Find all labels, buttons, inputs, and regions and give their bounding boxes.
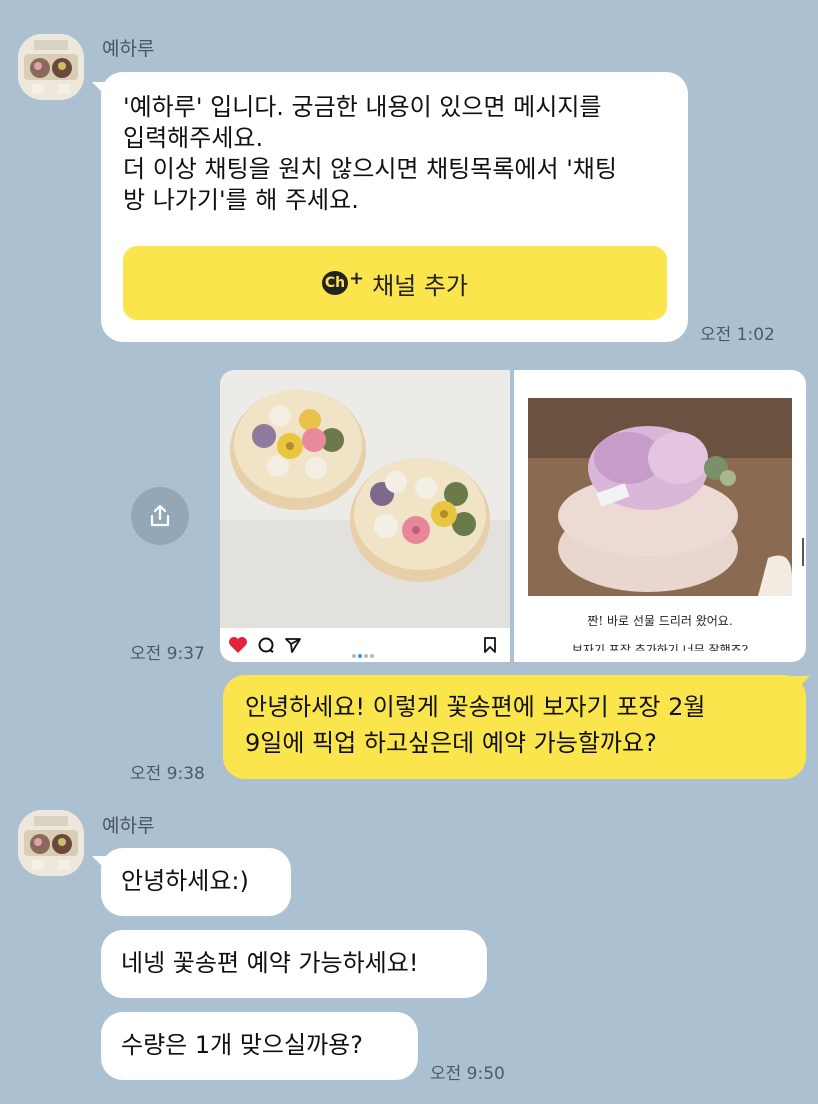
- message-text: 네넹 꽃송편 예약 가능하세요!: [121, 949, 419, 977]
- message-line: '예하루' 입니다. 궁금한 내용이 있으면 메시지를: [123, 93, 602, 121]
- sender-name: 예하루: [102, 815, 155, 837]
- reply-message-bubble[interactable]: 수량은 1개 맞으실까용?: [101, 1012, 418, 1080]
- sender-name: 예하루: [102, 38, 155, 60]
- send-icon[interactable]: [284, 636, 302, 654]
- message-time: 오전 9:37: [130, 644, 205, 664]
- caption-line: 보자기 포장 추가하기 너무 잘했죠?: [571, 643, 749, 651]
- share-button[interactable]: [131, 487, 189, 545]
- bubble-tail: [792, 676, 810, 694]
- message-line: 입력해주세요.: [123, 124, 264, 152]
- add-channel-label: 채널 추가: [372, 271, 469, 300]
- add-channel-button[interactable]: Ch + 채널 추가: [123, 246, 667, 320]
- post-actions-bar: [220, 628, 510, 662]
- heart-icon[interactable]: [228, 636, 248, 654]
- rice-cake-avatar-image: [18, 34, 84, 100]
- message-time: 오전 9:50: [430, 1064, 505, 1084]
- carousel-dots: [352, 643, 374, 662]
- message-time: 오전 9:38: [130, 764, 205, 784]
- share-icon: [150, 504, 170, 527]
- caption-line: 짠! 바로 선물 드리러 왔어요.: [587, 614, 733, 628]
- my-message-bubble[interactable]: 안녕하세요! 이렇게 꽃송편에 보자기 포장 2월 9일에 픽업 하고싶은데 예…: [223, 675, 806, 779]
- rice-cake-avatar-image: [18, 810, 84, 876]
- message-line: 9일에 픽업 하고싶은데 예약 가능할까요?: [245, 729, 657, 757]
- message-time: 오전 1:02: [700, 325, 775, 345]
- comment-icon[interactable]: [257, 636, 275, 654]
- message-line: 방 나가기'를 해 주세요.: [123, 186, 359, 214]
- message-text: 안녕하세요:): [121, 867, 249, 895]
- shared-post-card[interactable]: 짠! 바로 선물 드리러 왔어요. 보자기 포장 추가하기 너무 잘했죠?: [220, 370, 806, 662]
- reply-message-bubble[interactable]: 네넹 꽃송편 예약 가능하세요!: [101, 930, 487, 998]
- bookmark-icon[interactable]: [483, 636, 497, 654]
- post-caption: 짠! 바로 선물 드리러 왔어요. 보자기 포장 추가하기 너무 잘했죠?: [514, 612, 806, 651]
- wrapped-gift-photo[interactable]: [528, 398, 792, 596]
- scrollbar[interactable]: [802, 538, 804, 566]
- flower-rice-cake-photo[interactable]: [220, 370, 510, 628]
- channel-icon: Ch +: [321, 268, 364, 295]
- message-line: 안녕하세요! 이렇게 꽃송편에 보자기 포장 2월: [245, 693, 706, 721]
- avatar[interactable]: [18, 34, 84, 100]
- message-text: 수량은 1개 맞으실까용?: [121, 1031, 363, 1059]
- message-line: 더 이상 채팅을 원치 않으시면 채팅목록에서 '채팅: [123, 155, 617, 183]
- reply-message-bubble[interactable]: 안녕하세요:): [101, 848, 291, 916]
- avatar[interactable]: [18, 810, 84, 876]
